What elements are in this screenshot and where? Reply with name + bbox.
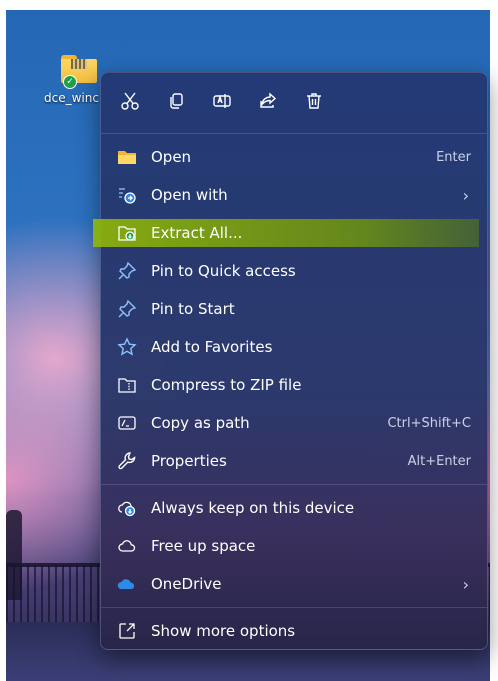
copy-path-icon [117,413,137,433]
wrench-icon [117,451,137,471]
menu-item-label: Free up space [151,537,256,555]
onedrive-icon [117,574,137,594]
quick-actions-bar [101,73,487,129]
menu-item-pin-start[interactable]: Pin to Start [101,290,487,328]
open-with-icon [117,185,137,205]
menu-item-label: Compress to ZIP file [151,376,302,394]
share-button[interactable] [255,88,281,114]
pin-icon [117,261,137,281]
star-icon [117,337,137,357]
menu-item-label: Always keep on this device [151,499,355,517]
menu-item-label: Open [151,148,192,166]
cloud-icon [117,536,137,556]
menu-item-onedrive[interactable]: OneDrive › [101,565,487,603]
sync-check-icon: ✓ [63,75,77,89]
menu-item-label: Add to Favorites [151,338,273,356]
folder-icon [117,147,137,167]
menu-item-shortcut: Alt+Enter [407,453,471,469]
zip-folder-icon: ✓ [61,55,97,89]
menu-item-add-favorites[interactable]: Add to Favorites [101,328,487,366]
delete-button[interactable] [301,88,327,114]
menu-item-always-keep[interactable]: Always keep on this device [101,489,487,527]
menu-item-properties[interactable]: Properties Alt+Enter [101,442,487,480]
cut-icon [121,92,139,110]
menu-item-open-with[interactable]: Open with › [101,176,487,214]
menu-item-label: Extract All... [151,224,243,242]
menu-separator [101,484,487,485]
delete-icon [307,93,321,109]
menu-item-label: Show more options [151,622,296,640]
menu-item-shortcut: Enter [436,149,471,165]
menu-item-label: Open with [151,186,228,204]
menu-item-label: OneDrive [151,575,222,593]
menu-item-compress-zip[interactable]: Compress to ZIP file [101,366,487,404]
cloud-download-icon [117,498,137,518]
chevron-right-icon: › [462,185,469,205]
menu-item-label: Properties [151,452,227,470]
menu-item-label: Pin to Start [151,300,235,318]
menu-item-label: Pin to Quick access [151,262,296,280]
rename-icon [213,94,231,108]
zip-icon [117,375,137,395]
rename-button[interactable] [209,88,235,114]
menu-item-pin-quick-access[interactable]: Pin to Quick access [101,252,487,290]
menu-item-show-more[interactable]: Show more options [101,612,487,650]
menu-item-label: Copy as path [151,414,250,432]
menu-item-free-space[interactable]: Free up space [101,527,487,565]
share-icon [260,92,277,108]
menu-item-copy-path[interactable]: Copy as path Ctrl+Shift+C [101,404,487,442]
chevron-right-icon: › [462,574,469,594]
menu-separator [101,607,487,608]
desktop-icon-label: dce_winc [44,91,99,105]
menu-item-shortcut: Ctrl+Shift+C [387,415,471,431]
context-menu: Open Enter Open with › Extract All... Pi… [93,72,488,650]
menu-separator [101,133,487,134]
copy-icon [170,93,183,109]
pin-icon [117,299,137,319]
menu-item-open[interactable]: Open Enter [101,138,487,176]
menu-item-extract-all[interactable]: Extract All... [93,219,479,247]
copy-button[interactable] [163,88,189,114]
cut-button[interactable] [117,88,143,114]
extract-folder-icon [117,223,137,243]
show-more-icon [117,621,137,641]
